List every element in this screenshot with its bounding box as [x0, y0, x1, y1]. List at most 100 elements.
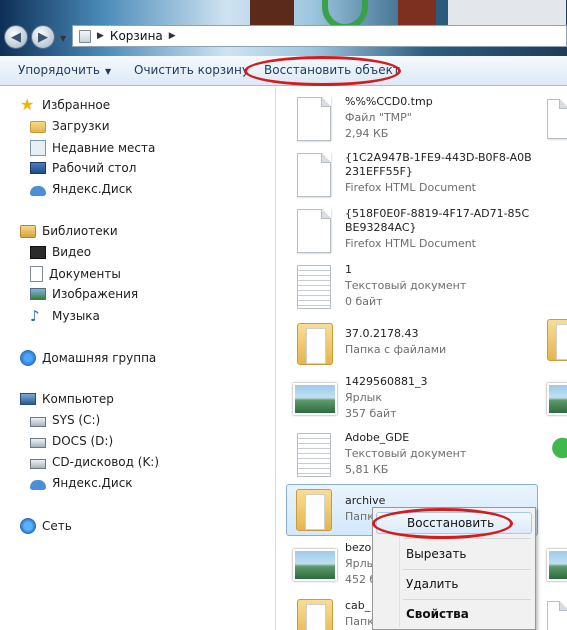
- file-icon: [547, 601, 567, 630]
- libraries-icon: [20, 224, 36, 238]
- file-item[interactable]: 1429560881_3 Ярлык 357 байт: [277, 373, 539, 427]
- nav-label: CD-дисковод (K:): [52, 455, 160, 469]
- folder-icon: [297, 599, 333, 630]
- file-size: 357 байт: [345, 407, 397, 420]
- file-item[interactable]: %%%CCD0.tmp Файл "TMP" 2,94 КБ: [277, 93, 539, 147]
- nav-network[interactable]: Сеть: [20, 518, 72, 534]
- nav-drive-c[interactable]: SYS (C:): [30, 413, 100, 427]
- nav-label: Библиотеки: [42, 224, 118, 238]
- homegroup-icon: [20, 350, 36, 366]
- nav-label: SYS (C:): [52, 413, 101, 427]
- music-note-icon: ♪: [30, 307, 40, 325]
- text-file-icon: [297, 265, 331, 309]
- back-button[interactable]: ◀: [4, 25, 28, 49]
- cd-drive-icon: [30, 458, 46, 469]
- file-name: %%%CCD0.tmp: [345, 95, 433, 108]
- file-size: 2,94 КБ: [345, 127, 389, 140]
- arrow-left-icon: ◀: [11, 29, 21, 45]
- menu-item-delete[interactable]: Удалить: [376, 573, 532, 595]
- nav-label: Яндекс.Диск: [52, 476, 133, 490]
- file-type: Текстовый документ: [345, 279, 467, 292]
- cloud-icon: [30, 185, 46, 196]
- organize-button[interactable]: Упорядочить ▼: [18, 63, 111, 77]
- star-icon: ★: [20, 95, 35, 114]
- network-icon: [20, 518, 36, 534]
- nav-images[interactable]: Изображения: [30, 287, 138, 301]
- file-item[interactable]: {518F0E0F-8819-4F17-AD71-85CBE93284AC} F…: [277, 205, 539, 259]
- recent-places-icon: [30, 140, 46, 156]
- nav-label: Рабочий стол: [52, 161, 137, 175]
- nav-yandex-disk[interactable]: Яндекс.Диск: [30, 182, 133, 196]
- shortcut-icon: [547, 383, 567, 415]
- file-item[interactable]: 1 Текстовый документ 0 байт: [277, 261, 539, 315]
- menu-item-restore[interactable]: Восстановить: [376, 512, 532, 534]
- folder-icon: [297, 323, 333, 365]
- folder-icon: [296, 489, 332, 531]
- file-type: Firefox HTML Document: [345, 181, 476, 194]
- nav-label: DOCS (D:): [52, 434, 114, 448]
- file-type: Ярлык: [345, 391, 382, 404]
- nav-label: Недавние места: [52, 141, 156, 155]
- organize-label: Упорядочить: [18, 63, 100, 77]
- file-name: archive: [345, 494, 386, 507]
- nav-recent-places[interactable]: Недавние места: [30, 140, 155, 156]
- breadcrumb-recycle-bin[interactable]: Корзина: [110, 29, 163, 43]
- restore-item-button[interactable]: Восстановить объект: [264, 63, 400, 77]
- nav-label: Музыка: [52, 309, 100, 323]
- nav-drive-k[interactable]: CD-дисковод (K:): [30, 455, 159, 469]
- nav-music[interactable]: ♪ Музыка: [30, 308, 100, 324]
- nav-label: Избранное: [42, 98, 111, 112]
- nav-label: Яндекс.Диск: [52, 182, 133, 196]
- menu-separator: [403, 538, 531, 539]
- nav-label: Загрузки: [52, 119, 110, 133]
- menu-item-properties[interactable]: Свойства: [376, 603, 532, 625]
- chevron-right-icon[interactable]: ▶: [97, 31, 104, 41]
- nav-label: Сеть: [42, 519, 72, 533]
- nav-homegroup[interactable]: Домашняя группа: [20, 350, 156, 366]
- nav-yandex-disk-2[interactable]: Яндекс.Диск: [30, 476, 133, 490]
- cloud-icon: [30, 479, 46, 490]
- file-type: Файл "TMP": [345, 111, 412, 124]
- computer-icon: [20, 393, 36, 405]
- file-item[interactable]: {1C2A947B-1FE9-443D-B0F8-A0B231EFF55F} F…: [277, 149, 539, 203]
- text-file-icon: [297, 433, 331, 477]
- nav-desktop[interactable]: Рабочий стол: [30, 161, 136, 175]
- chevron-down-icon: ▼: [104, 67, 112, 76]
- history-dropdown-icon[interactable]: ▼: [60, 34, 68, 43]
- background-decoration: [398, 0, 436, 28]
- file-type: Firefox HTML Document: [345, 237, 476, 250]
- file-item[interactable]: Adobe_GDE Текстовый документ 5,81 КБ: [277, 429, 539, 483]
- file-name: {1C2A947B-1FE9-443D-B0F8-A0B231EFF55F}: [345, 151, 532, 178]
- file-name: 1: [345, 263, 352, 276]
- folder-icon: [547, 319, 567, 361]
- file-item[interactable]: 37.0.2178.43 Папка с файлами: [277, 319, 539, 373]
- file-name: {518F0E0F-8819-4F17-AD71-85CBE93284AC}: [345, 207, 530, 234]
- nav-label: Изображения: [52, 287, 139, 301]
- file-icon: [547, 99, 567, 139]
- file-icon: [297, 153, 331, 197]
- hard-drive-icon: [30, 437, 46, 448]
- empty-recycle-bin-button[interactable]: Очистить корзину: [134, 63, 249, 77]
- chevron-right-icon[interactable]: ▶: [169, 31, 176, 41]
- file-type: Папка с файлами: [345, 343, 447, 356]
- file-size: 0 байт: [345, 295, 383, 308]
- arrow-right-icon: ▶: [38, 29, 48, 45]
- nav-computer[interactable]: Компьютер: [20, 392, 114, 406]
- nav-drive-d[interactable]: DOCS (D:): [30, 434, 113, 448]
- file-type: Текстовый документ: [345, 447, 467, 460]
- nav-downloads[interactable]: Загрузки: [30, 119, 110, 133]
- nav-label: Домашняя группа: [42, 351, 157, 365]
- context-menu: Восстановить Вырезать Удалить Свойства: [372, 507, 536, 630]
- nav-video[interactable]: Видео: [30, 245, 91, 259]
- file-name: 37.0.2178.43: [345, 327, 419, 340]
- nav-libraries[interactable]: Библиотеки: [20, 224, 118, 238]
- hard-drive-icon: [30, 416, 46, 427]
- nav-documents[interactable]: Документы: [30, 266, 121, 282]
- menu-separator: [403, 599, 531, 600]
- shortcut-icon: [293, 383, 337, 415]
- menu-item-cut[interactable]: Вырезать: [376, 543, 532, 565]
- address-bar[interactable]: ▶ Корзина ▶: [72, 25, 567, 47]
- navigation-pane: ★ Избранное Загрузки Недавние места Рабоч…: [0, 87, 276, 630]
- forward-button[interactable]: ▶: [31, 25, 55, 49]
- nav-favorites[interactable]: ★ Избранное: [20, 97, 110, 113]
